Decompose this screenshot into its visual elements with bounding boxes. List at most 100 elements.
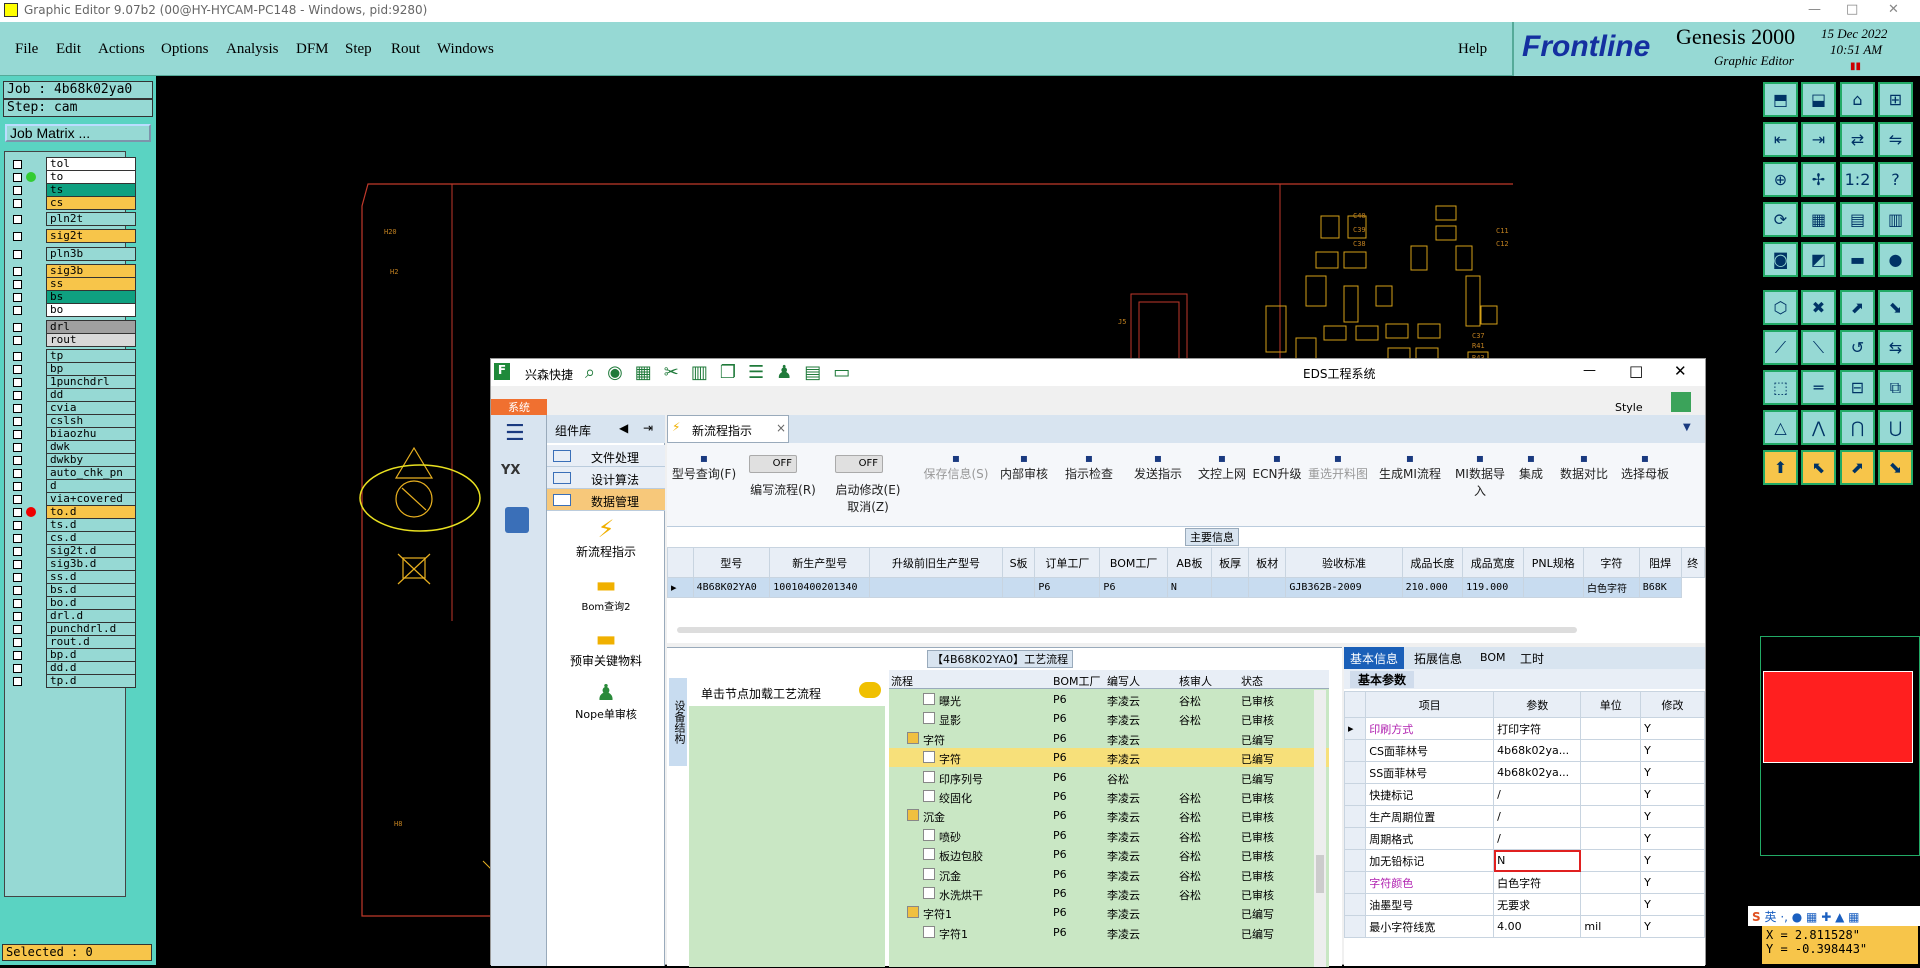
layer-name[interactable]: sig2t.d (46, 544, 136, 558)
tool-button-icon[interactable]: ✢ (1801, 162, 1836, 197)
layer-row[interactable]: tol (13, 157, 136, 171)
tool-button-icon[interactable]: ● (1878, 242, 1913, 277)
layer-checkbox[interactable] (13, 456, 22, 465)
grid-cell[interactable] (1522, 577, 1584, 598)
tool-button-icon[interactable]: ⬈ (1840, 450, 1875, 485)
grid-cell[interactable]: 4B68K02YA0 (692, 577, 771, 598)
grid-header[interactable]: PNL规格 (1522, 547, 1584, 578)
eds-toolbar-icons[interactable]: ⌕◉▦✂▥❐☰♟▤▭ (585, 362, 862, 383)
layer-checkbox[interactable] (13, 232, 22, 241)
menu-rout[interactable]: Rout (391, 41, 420, 58)
layer-name[interactable]: bo (46, 303, 136, 317)
layer-checkbox[interactable] (13, 391, 22, 400)
job-matrix-button[interactable]: Job Matrix ... (5, 124, 151, 142)
detail-row[interactable]: CS面菲林号 4b68k02ya... Y (1343, 739, 1705, 762)
grid-header[interactable]: 升级前旧生产型号 (869, 547, 1003, 578)
tool-button-icon[interactable]: ↺ (1840, 330, 1875, 365)
layer-row[interactable]: bp.d (13, 648, 136, 662)
layer-name[interactable]: punchdrl.d (46, 622, 136, 636)
layer-row[interactable]: d (13, 479, 136, 493)
layer-checkbox[interactable] (13, 186, 22, 195)
tab-basic-info[interactable]: 基本信息 (1344, 647, 1405, 670)
menu-edit[interactable]: Edit (56, 41, 81, 58)
h-scrollbar[interactable] (677, 627, 1577, 633)
menu-actions[interactable]: Actions (98, 41, 145, 58)
tool-button-icon[interactable]: ◩ (1801, 242, 1836, 277)
grid-header[interactable]: 板材 (1248, 547, 1287, 578)
grid-cell[interactable]: 210.000 (1401, 577, 1464, 598)
tool-button-icon[interactable]: ⬉ (1801, 450, 1836, 485)
layer-row[interactable]: ts (13, 183, 136, 197)
detail-cell[interactable]: N (1493, 849, 1582, 872)
tool-button-icon[interactable]: ⌂ (1840, 82, 1875, 117)
tool-button-icon[interactable]: ⇋ (1878, 122, 1913, 157)
layer-checkbox[interactable] (13, 306, 22, 315)
detail-cell[interactable]: 4.00 (1493, 915, 1582, 938)
v-scrollbar[interactable] (1314, 690, 1326, 967)
toggle-write-process[interactable]: OFF (749, 455, 797, 473)
tool-button-icon[interactable]: ═ (1801, 370, 1836, 405)
grid-header[interactable]: S板 (1001, 547, 1036, 578)
layer-checkbox[interactable] (13, 482, 22, 491)
layer-name[interactable]: 1punchdrl (46, 375, 136, 389)
grid-cell[interactable] (1001, 577, 1036, 598)
layer-checkbox[interactable] (13, 250, 22, 259)
layer-checkbox[interactable] (13, 430, 22, 439)
tab-ext-info[interactable]: 拓展信息 (1414, 650, 1462, 667)
layer-checkbox[interactable] (13, 365, 22, 374)
toggle-start-modify[interactable]: OFF (835, 455, 883, 473)
layer-name[interactable]: bs (46, 290, 136, 304)
process-row[interactable]: 曝光 P6 李凌云 谷松 已审核 (889, 690, 1329, 709)
tool-button-icon[interactable]: ⇤ (1763, 122, 1798, 157)
tool-button-icon[interactable]: ▬ (1840, 242, 1875, 277)
ribbon-button[interactable]: ▪ ECN升级 (1251, 451, 1303, 482)
layer-name[interactable]: pln3b (46, 247, 136, 261)
grid-cell[interactable] (869, 577, 1003, 598)
layer-row[interactable]: bs (13, 290, 136, 304)
process-row[interactable]: 字符1 P6 李凌云 已编写 (889, 923, 1329, 942)
layer-row[interactable]: drl.d (13, 609, 136, 623)
ribbon-button[interactable]: ▪ 型号查询(F) (669, 451, 739, 482)
process-row[interactable]: 喷砂 P6 李凌云 谷松 已审核 (889, 826, 1329, 845)
tool-button-icon[interactable]: ⟋ (1763, 330, 1798, 365)
detail-cell[interactable]: / (1493, 805, 1582, 828)
tool-button-icon[interactable]: ⊟ (1840, 370, 1875, 405)
grid-cell[interactable]: 10010400201340 (769, 577, 871, 598)
tool-button-icon[interactable]: ⟍ (1801, 330, 1836, 365)
nav-item-algorithm[interactable]: 设计算法 (547, 467, 665, 489)
grid-header[interactable]: 阻焊 (1638, 547, 1682, 578)
detail-cell[interactable]: 4b68k02ya... (1493, 761, 1582, 784)
tool-nope-review[interactable]: ♟ Nope单审核 (547, 681, 665, 733)
layer-name[interactable]: tp (46, 349, 136, 363)
layer-checkbox[interactable] (13, 417, 22, 426)
layer-row[interactable]: bs.d (13, 583, 136, 597)
layer-name[interactable]: tp.d (46, 674, 136, 688)
ribbon-button[interactable]: ▪ 指示检查 (1057, 451, 1121, 482)
layer-name[interactable]: bo.d (46, 596, 136, 610)
layer-name[interactable]: sig3b (46, 264, 136, 278)
tool-review-material[interactable]: ▬ 预审关键物料 (547, 627, 665, 679)
grid-header[interactable]: 成品宽度 (1462, 547, 1524, 578)
detail-cell[interactable]: / (1493, 783, 1582, 806)
grid-cell[interactable]: P6 (1034, 577, 1101, 598)
ribbon-button[interactable]: 启动修改(E) 取消(Z) (825, 481, 911, 515)
detail-cell[interactable]: / (1493, 827, 1582, 850)
yx-icon[interactable]: YX (501, 463, 520, 478)
tool-button-icon[interactable]: ⟳ (1763, 202, 1798, 237)
grid-header[interactable]: BOM工厂 (1099, 547, 1168, 578)
device-structure-tab[interactable]: 设备结构 (669, 678, 687, 766)
layer-name[interactable]: ss (46, 277, 136, 291)
layer-checkbox[interactable] (13, 443, 22, 452)
tab-close-icon[interactable]: × (776, 421, 786, 435)
grid-header[interactable]: 终 (1680, 547, 1706, 578)
layer-checkbox[interactable] (13, 267, 22, 276)
layer-row[interactable]: dd (13, 388, 136, 402)
menu-options[interactable]: Options (161, 41, 209, 58)
layer-name[interactable]: drl.d (46, 609, 136, 623)
layer-checkbox[interactable] (13, 521, 22, 530)
process-row[interactable]: 水洗烘干 P6 李凌云 谷松 已审核 (889, 884, 1329, 903)
layer-row[interactable]: cslsh (13, 414, 136, 428)
tool-button-icon[interactable]: ▥ (1878, 202, 1913, 237)
grid-cell[interactable]: N (1166, 577, 1213, 598)
layer-row[interactable]: dwk (13, 440, 136, 454)
